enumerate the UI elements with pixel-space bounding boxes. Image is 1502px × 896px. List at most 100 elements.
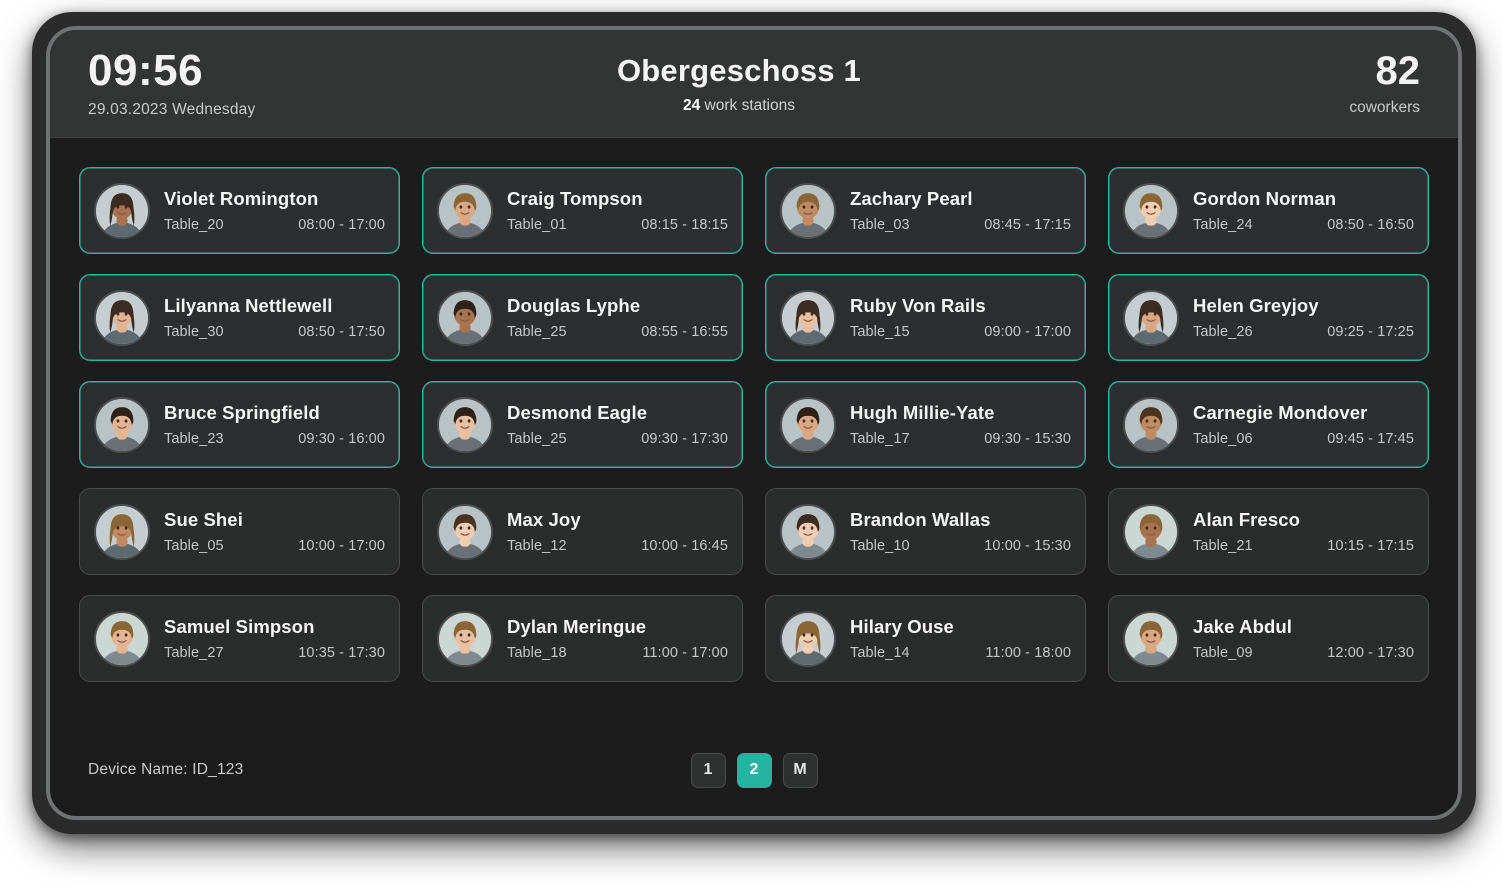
- coworker-meta: Table_12 10:00 - 16:45: [507, 538, 728, 554]
- coworker-name: Hugh Millie-Yate: [850, 402, 995, 423]
- avatar: [1123, 182, 1179, 239]
- coworker-card[interactable]: Helen Greyjoy Table_26 09:25 - 17:25: [1108, 274, 1429, 361]
- table-id: Table_03: [850, 217, 910, 233]
- coworker-name: Helen Greyjoy: [1193, 295, 1319, 316]
- coworker-info: Carnegie Mondover Table_06 09:45 - 17:45: [1193, 402, 1414, 447]
- coworker-card[interactable]: Hugh Millie-Yate Table_17 09:30 - 15:30: [765, 381, 1086, 468]
- avatar: [437, 610, 493, 667]
- coworker-meta: Table_26 09:25 - 17:25: [1193, 324, 1414, 340]
- coworker-info: Bruce Springfield Table_23 09:30 - 16:00: [164, 402, 385, 447]
- time-range: 08:15 - 18:15: [641, 217, 728, 233]
- coworker-card[interactable]: Dylan Meringue Table_18 11:00 - 17:00: [422, 595, 743, 682]
- footer-bar: Device Name: ID_123 12M: [50, 724, 1458, 816]
- coworker-card[interactable]: Samuel Simpson Table_27 10:35 - 17:30: [79, 595, 400, 682]
- coworker-card[interactable]: Gordon Norman Table_24 08:50 - 16:50: [1108, 167, 1429, 254]
- coworker-card[interactable]: Hilary Ouse Table_14 11:00 - 18:00: [765, 595, 1086, 682]
- pagination-button-2[interactable]: 2: [736, 752, 772, 788]
- tablet-bezel: 09:56 29.03.2023 Wednesday Obergeschoss …: [46, 26, 1462, 820]
- coworker-info: Alan Fresco Table_21 10:15 - 17:15: [1193, 509, 1414, 554]
- coworker-name: Jake Abdul: [1193, 616, 1293, 637]
- coworker-card[interactable]: Jake Abdul Table_09 12:00 - 17:30: [1108, 595, 1429, 682]
- coworker-info: Craig Tompson Table_01 08:15 - 18:15: [507, 188, 728, 233]
- coworker-name: Bruce Springfield: [164, 402, 320, 423]
- coworker-info: Violet Romington Table_20 08:00 - 17:00: [164, 188, 385, 233]
- coworker-card[interactable]: Max Joy Table_12 10:00 - 16:45: [422, 488, 743, 575]
- coworker-meta: Table_30 08:50 - 17:50: [164, 324, 385, 340]
- table-id: Table_05: [164, 538, 224, 554]
- coworker-meta: Table_17 09:30 - 15:30: [850, 431, 1071, 447]
- date-label: 29.03.2023 Wednesday: [88, 101, 256, 119]
- coworker-meta: Table_27 10:35 - 17:30: [164, 645, 385, 661]
- coworker-name: Samuel Simpson: [164, 616, 315, 637]
- table-id: Table_06: [1193, 431, 1253, 447]
- coworker-card[interactable]: Brandon Wallas Table_10 10:00 - 15:30: [765, 488, 1086, 575]
- time-range: 09:30 - 17:30: [641, 431, 728, 447]
- coworker-meta: Table_18 11:00 - 17:00: [507, 645, 728, 661]
- avatar: [780, 503, 836, 560]
- pagination-button-1[interactable]: 1: [690, 752, 726, 788]
- coworker-card[interactable]: Sue Shei Table_05 10:00 - 17:00: [79, 488, 400, 575]
- table-id: Table_30: [164, 324, 224, 340]
- coworker-name: Ruby Von Rails: [850, 295, 986, 316]
- coworker-name: Hilary Ouse: [850, 616, 954, 637]
- coworker-card[interactable]: Lilyanna Nettlewell Table_30 08:50 - 17:50: [79, 274, 400, 361]
- table-id: Table_12: [507, 538, 567, 554]
- coworker-card[interactable]: Douglas Lyphe Table_25 08:55 - 16:55: [422, 274, 743, 361]
- work-stations-suffix: work stations: [700, 96, 795, 114]
- header-center: Obergeschoss 1 24 work stations: [358, 53, 1120, 115]
- coworker-name: Sue Shei: [164, 509, 243, 530]
- coworker-name: Max Joy: [507, 509, 581, 530]
- coworker-info: Samuel Simpson Table_27 10:35 - 17:30: [164, 616, 385, 661]
- coworker-info: Jake Abdul Table_09 12:00 - 17:30: [1193, 616, 1414, 661]
- coworker-card[interactable]: Craig Tompson Table_01 08:15 - 18:15: [422, 167, 743, 254]
- avatar: [437, 396, 493, 453]
- coworker-card[interactable]: Violet Romington Table_20 08:00 - 17:00: [79, 167, 400, 254]
- coworker-meta: Table_20 08:00 - 17:00: [164, 217, 385, 233]
- coworker-meta: Table_10 10:00 - 15:30: [850, 538, 1071, 554]
- coworker-card[interactable]: Carnegie Mondover Table_06 09:45 - 17:45: [1108, 381, 1429, 468]
- table-id: Table_24: [1193, 217, 1253, 233]
- pagination-button-m[interactable]: M: [782, 752, 818, 788]
- header-right: 82 coworkers: [1120, 50, 1420, 117]
- coworker-info: Desmond Eagle Table_25 09:30 - 17:30: [507, 402, 728, 447]
- header-left: 09:56 29.03.2023 Wednesday: [88, 45, 388, 119]
- time-range: 09:30 - 16:00: [298, 431, 385, 447]
- coworkers-count: 82: [1375, 49, 1421, 93]
- avatar: [437, 289, 493, 346]
- table-id: Table_25: [507, 324, 567, 340]
- coworker-meta: Table_21 10:15 - 17:15: [1193, 538, 1414, 554]
- table-id: Table_20: [164, 217, 224, 233]
- time-range: 10:00 - 16:45: [641, 538, 728, 554]
- coworker-card[interactable]: Zachary Pearl Table_03 08:45 - 17:15: [765, 167, 1086, 254]
- table-id: Table_09: [1193, 645, 1253, 661]
- coworker-info: Helen Greyjoy Table_26 09:25 - 17:25: [1193, 295, 1414, 340]
- time-range: 08:55 - 16:55: [641, 324, 728, 340]
- coworker-info: Zachary Pearl Table_03 08:45 - 17:15: [850, 188, 1071, 233]
- time-range: 10:35 - 17:30: [298, 645, 385, 661]
- coworker-meta: Table_09 12:00 - 17:30: [1193, 645, 1414, 661]
- table-id: Table_26: [1193, 324, 1253, 340]
- coworker-card[interactable]: Ruby Von Rails Table_15 09:00 - 17:00: [765, 274, 1086, 361]
- avatar: [94, 182, 150, 239]
- clock: 09:56: [88, 45, 204, 95]
- avatar: [1123, 396, 1179, 453]
- time-range: 08:50 - 17:50: [298, 324, 385, 340]
- table-id: Table_14: [850, 645, 910, 661]
- coworker-meta: Table_03 08:45 - 17:15: [850, 217, 1071, 233]
- coworker-grid: Violet Romington Table_20 08:00 - 17:00 Cra…: [50, 138, 1458, 682]
- time-range: 12:00 - 17:30: [1327, 645, 1414, 661]
- table-id: Table_15: [850, 324, 910, 340]
- coworker-card[interactable]: Bruce Springfield Table_23 09:30 - 16:00: [79, 381, 400, 468]
- table-id: Table_23: [164, 431, 224, 447]
- avatar: [1123, 503, 1179, 560]
- coworker-card[interactable]: Desmond Eagle Table_25 09:30 - 17:30: [422, 381, 743, 468]
- coworker-meta: Table_25 08:55 - 16:55: [507, 324, 728, 340]
- avatar: [1123, 289, 1179, 346]
- avatar: [94, 289, 150, 346]
- coworker-name: Desmond Eagle: [507, 402, 648, 423]
- coworker-name: Douglas Lyphe: [507, 295, 641, 316]
- avatar: [780, 396, 836, 453]
- time-range: 08:00 - 17:00: [298, 217, 385, 233]
- coworker-name: Carnegie Mondover: [1193, 402, 1368, 423]
- coworker-card[interactable]: Alan Fresco Table_21 10:15 - 17:15: [1108, 488, 1429, 575]
